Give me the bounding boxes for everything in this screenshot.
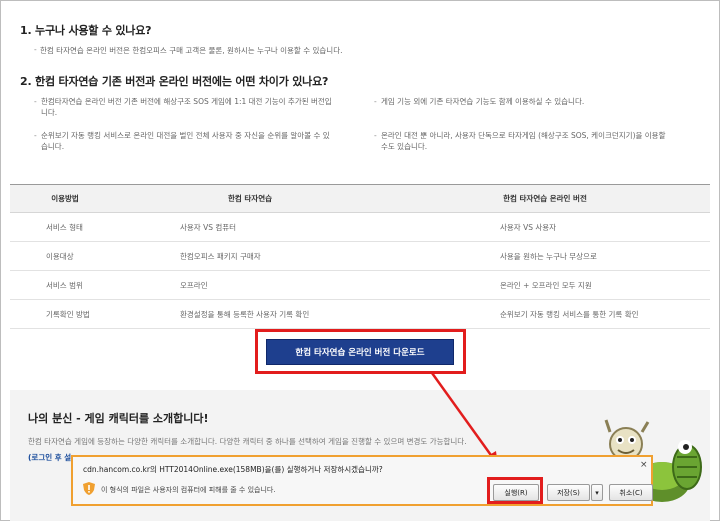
faq-q2-title: 2. 한컴 타자연습 기존 버전과 온라인 버전에는 어떤 차이가 있나요? (20, 75, 329, 88)
table-cell: 사용을 원하는 누구나 무상으로 (380, 241, 710, 271)
table-cell: 이용대상 (10, 241, 120, 271)
table-header-row: 이용방법 한컴 타자연습 한컴 타자연습 온라인 버전 (10, 184, 710, 213)
faq-q1-desc: 한컴 타자연습 온라인 버전은 한컴오피스 구매 고객은 물론, 원하시는 누구… (34, 45, 710, 56)
table-cell: 한컴오피스 패키지 구매자 (120, 241, 380, 271)
save-dropdown-button[interactable]: ▾ (591, 484, 603, 501)
faq-section: 1. 누구나 사용할 수 있나요? 한컴 타자연습 온라인 버전은 한컴오피스 … (20, 22, 710, 178)
table-row: 서비스 형태 사용자 VS 컴퓨터 사용자 VS 사용자 (10, 212, 710, 242)
table-cell: 오프라인 (120, 270, 380, 300)
cancel-button[interactable]: 취소(C) (609, 484, 653, 501)
faq-q2-bullets: 한컴타자연습 온라인 버전 기존 버전에 해상구조 SOS 게임에 1:1 대전… (34, 96, 674, 178)
table-cell: 환경설정을 통해 등록한 사용자 기록 확인 (120, 299, 380, 329)
dialog-warning: 이 형식의 파일은 사용자의 컴퓨터에 피해를 줄 수 있습니다. (101, 486, 276, 494)
faq-bullet: 한컴타자연습 온라인 버전 기존 버전에 해상구조 SOS 게임에 1:1 대전… (34, 96, 334, 118)
table-header: 한컴 타자연습 (120, 184, 380, 213)
table-cell: 순위보기 자동 랭킹 서비스를 통한 기록 확인 (380, 299, 710, 329)
comparison-table: 이용방법 한컴 타자연습 한컴 타자연습 온라인 버전 서비스 형태 사용자 V… (10, 184, 710, 329)
table-row: 이용대상 한컴오피스 패키지 구매자 사용을 원하는 누구나 무상으로 (10, 241, 710, 271)
table-row: 기록확인 방법 환경설정을 통해 등록한 사용자 기록 확인 순위보기 자동 랭… (10, 299, 710, 329)
warning-shield-icon (83, 482, 95, 495)
character-title: 나의 분신 - 게임 캐릭터를 소개합니다! (28, 412, 209, 425)
table-cell: 서비스 형태 (10, 212, 120, 242)
table-header: 이용방법 (10, 184, 120, 213)
download-dialog: cdn.hancom.co.kr의 HTT2014Online.exe(158M… (71, 455, 653, 506)
table-cell: 온라인 + 오프라인 모두 지원 (380, 270, 710, 300)
run-highlight-box (487, 477, 543, 504)
faq-bullet: 순위보기 자동 랭킹 서비스로 온라인 대전을 벌인 전체 사용자 중 자신을 … (34, 130, 334, 152)
close-icon[interactable]: × (640, 460, 648, 470)
table-header: 한컴 타자연습 온라인 버전 (380, 184, 710, 213)
table-cell: 서비스 범위 (10, 270, 120, 300)
table-cell: 사용자 VS 사용자 (380, 212, 710, 242)
table-cell: 기록확인 방법 (10, 299, 120, 329)
faq-bullet: 게임 기능 외에 기존 타자연습 기능도 함께 이용하실 수 있습니다. (374, 96, 674, 107)
character-desc: 한컴 타자연습 게임에 등장하는 다양한 캐릭터를 소개합니다. 다양한 캐릭터… (28, 437, 467, 446)
table-row: 서비스 범위 오프라인 온라인 + 오프라인 모두 지원 (10, 270, 710, 300)
dialog-message: cdn.hancom.co.kr의 HTT2014Online.exe(158M… (83, 465, 383, 474)
download-online-button[interactable]: 한컴 타자연습 온라인 버전 다운로드 (266, 339, 454, 365)
faq-bullet: 온라인 대전 뿐 아니라, 사용자 단독으로 타자게임 (해상구조 SOS, 케… (374, 130, 674, 152)
login-link[interactable]: (로그인 후 설 (28, 452, 71, 463)
faq-q1-title: 1. 누구나 사용할 수 있나요? (20, 24, 152, 37)
save-button[interactable]: 저장(S) (547, 484, 590, 501)
table-cell: 사용자 VS 컴퓨터 (120, 212, 380, 242)
